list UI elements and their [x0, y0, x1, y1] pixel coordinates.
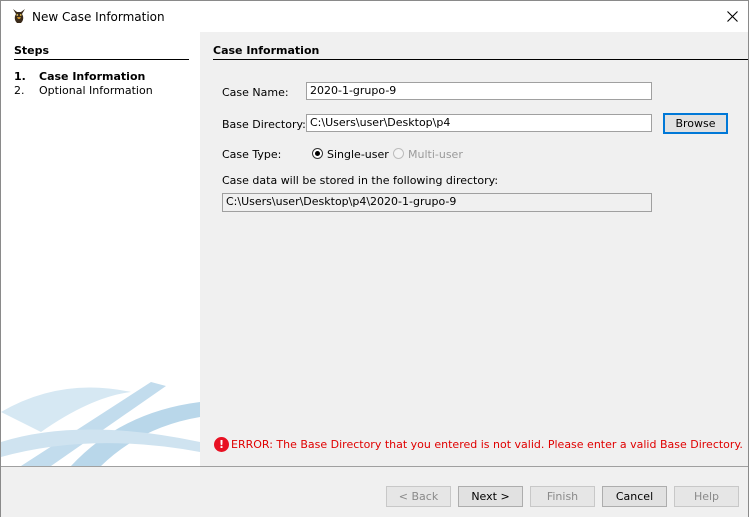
help-button[interactable]: Help [674, 486, 739, 507]
base-directory-input[interactable]: C:\Users\user\Desktop\p4 [306, 114, 652, 132]
multi-user-radio[interactable] [393, 148, 404, 159]
next-button-label: Next > [471, 490, 510, 503]
section-heading: Case Information [213, 44, 748, 60]
storage-directory-field[interactable]: C:\Users\user\Desktop\p4\2020-1-grupo-9 [222, 193, 652, 212]
radio-selected-dot [315, 151, 320, 156]
case-information-panel: Case Information Case Name: 2020-1-grupo… [201, 32, 748, 466]
step-number: 1. [14, 70, 26, 83]
window-title: New Case Information [32, 10, 165, 24]
case-type-label: Case Type: [222, 148, 282, 161]
single-user-radio[interactable] [312, 148, 323, 159]
steps-sidebar: Steps 1. Case Information 2. Optional Info… [1, 32, 200, 466]
next-button[interactable]: Next > [458, 486, 523, 507]
single-user-label[interactable]: Single-user [327, 148, 389, 161]
steps-heading: Steps [14, 44, 189, 60]
finish-button-label: Finish [546, 490, 579, 503]
error-icon: ! [214, 437, 229, 452]
title-bar[interactable]: New Case Information [1, 1, 748, 32]
case-name-label: Case Name: [222, 86, 289, 99]
decorative-swoosh [1, 382, 200, 466]
finish-button[interactable]: Finish [530, 486, 595, 507]
wizard-button-bar: < Back Next > Finish Cancel Help [1, 466, 748, 517]
step-number: 2. [14, 84, 25, 97]
autopsy-dog-icon [13, 9, 25, 23]
base-directory-label: Base Directory: [222, 118, 306, 131]
cancel-button-label: Cancel [615, 490, 654, 503]
storage-directory-label: Case data will be stored in the followin… [222, 174, 499, 187]
back-button-label: < Back [398, 490, 439, 503]
close-button[interactable] [716, 1, 748, 32]
cancel-button[interactable]: Cancel [602, 486, 667, 507]
multi-user-label[interactable]: Multi-user [408, 148, 463, 161]
close-icon [726, 11, 738, 22]
browse-button[interactable]: Browse [663, 113, 728, 134]
new-case-dialog: New Case Information Steps 1. Case Inform… [0, 0, 749, 517]
step-label: Optional Information [39, 84, 153, 97]
step-label: Case Information [39, 70, 146, 83]
step-optional-information: 2. Optional Information [14, 84, 153, 97]
step-case-information: 1. Case Information [14, 70, 145, 83]
help-button-label: Help [693, 490, 720, 503]
error-message: ERROR: The Base Directory that you enter… [231, 438, 743, 451]
back-button[interactable]: < Back [386, 486, 451, 507]
case-name-input[interactable]: 2020-1-grupo-9 [306, 82, 652, 100]
